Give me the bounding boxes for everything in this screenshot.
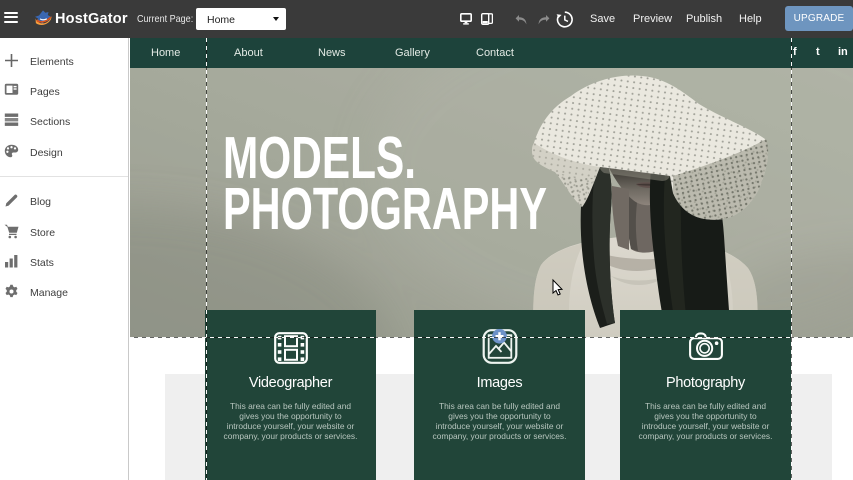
- svg-text:PHOTOGRAPHY: PHOTOGRAPHY: [223, 176, 547, 242]
